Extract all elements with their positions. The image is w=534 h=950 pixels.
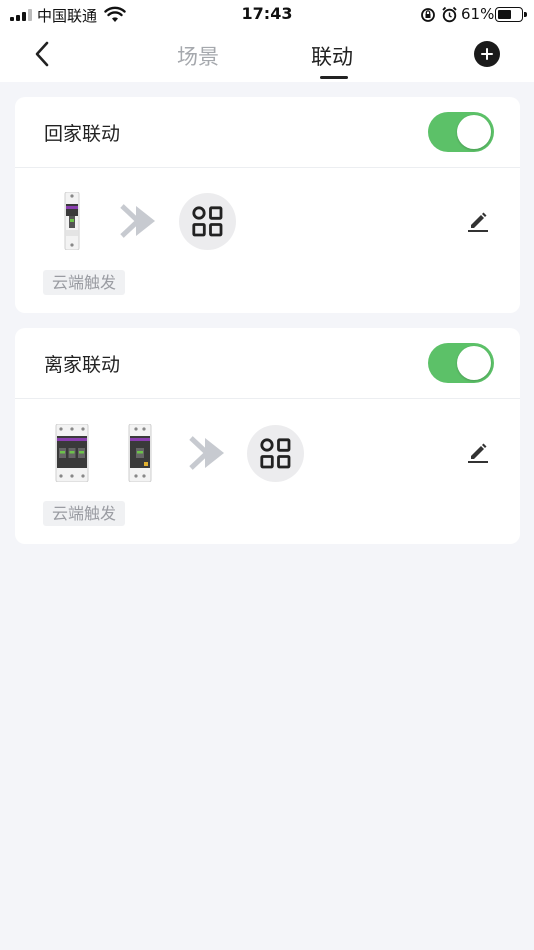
linkage-title: 离家联动 bbox=[44, 354, 121, 376]
linkage-enable-toggle[interactable] bbox=[428, 112, 494, 152]
tab-scenes[interactable]: 场景 bbox=[177, 41, 219, 71]
breaker-3p-device-icon bbox=[55, 424, 89, 482]
linkage-card-header: 离家联动 bbox=[15, 328, 520, 399]
trigger-type-tag: 云端触发 bbox=[43, 270, 126, 295]
back-chevron-icon[interactable] bbox=[32, 40, 54, 68]
trigger-arrow-icon bbox=[189, 436, 224, 470]
edit-pencil-icon[interactable] bbox=[466, 440, 490, 464]
linkage-title: 回家联动 bbox=[44, 123, 121, 145]
active-tab-indicator bbox=[320, 76, 348, 79]
nav-bar: 场景 联动 bbox=[0, 30, 534, 82]
battery-fill bbox=[498, 10, 511, 19]
scene-grid-icon bbox=[247, 425, 304, 482]
edit-pencil-icon[interactable] bbox=[466, 209, 490, 233]
breaker-device-icon bbox=[128, 424, 152, 482]
linkage-card-header: 回家联动 bbox=[15, 97, 520, 168]
linkage-card-away[interactable]: 离家联动 云端触发 bbox=[15, 328, 520, 544]
linkage-enable-toggle[interactable] bbox=[428, 343, 494, 383]
breaker-device-icon bbox=[64, 192, 80, 250]
toggle-knob bbox=[457, 346, 491, 380]
rotation-lock-icon bbox=[421, 8, 435, 22]
battery-icon bbox=[495, 7, 527, 22]
add-circle-icon[interactable] bbox=[474, 41, 500, 67]
linkage-card-home[interactable]: 回家联动 云端触发 bbox=[15, 97, 520, 313]
status-bar: 中国联通 17:43 61% bbox=[0, 0, 534, 30]
alarm-icon bbox=[442, 6, 457, 23]
trigger-arrow-icon bbox=[120, 204, 155, 238]
scene-grid-icon bbox=[179, 193, 236, 250]
toggle-knob bbox=[457, 115, 491, 149]
trigger-type-tag: 云端触发 bbox=[43, 501, 126, 526]
tab-linkage[interactable]: 联动 bbox=[311, 41, 353, 71]
battery-percent: 61% bbox=[461, 5, 495, 23]
